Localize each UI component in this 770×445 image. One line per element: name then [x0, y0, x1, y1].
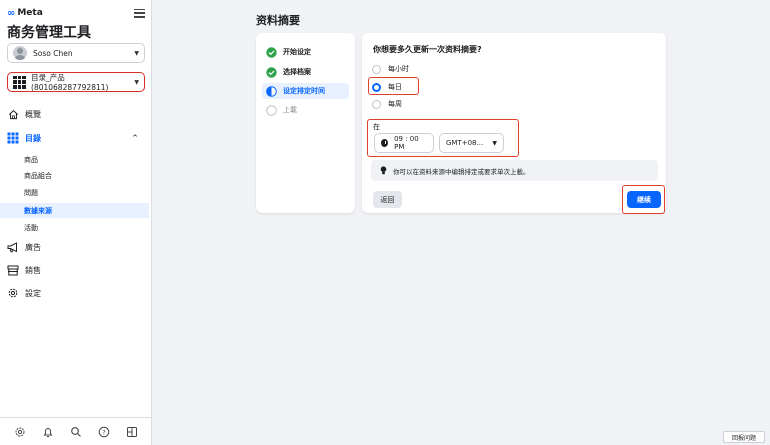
caret-down-icon: ▼: [492, 139, 497, 147]
sub-item-issues[interactable]: 問題: [0, 185, 149, 200]
account-name: Soso Chen: [33, 48, 73, 58]
sub-item-label: 活動: [24, 223, 38, 232]
meta-logo-icon: ∞: [7, 7, 16, 19]
account-switcher[interactable]: Soso Chen ▼: [7, 43, 145, 63]
sub-item-label: 問題: [24, 188, 38, 197]
timezone-select[interactable]: GMT+08... ▼: [439, 133, 504, 153]
nav-sales-label: 銷售: [25, 265, 41, 275]
meta-logo[interactable]: ∞ Meta: [7, 8, 43, 19]
option-hourly[interactable]: 每小时: [372, 63, 409, 75]
schedule-card: 你想要多久更新一次资料摘要? 每小时 每日 每周 在 09 : 00 PM GM…: [362, 33, 666, 214]
chevron-up-icon[interactable]: ^: [132, 134, 138, 142]
caret-down-icon: ▼: [134, 78, 139, 86]
check-circle-icon: [266, 66, 277, 78]
catalog-grid-icon: [7, 132, 19, 144]
option-label: 每日: [388, 83, 402, 91]
step-start-setup[interactable]: 开始设定: [262, 44, 349, 60]
gear-icon: [7, 287, 19, 299]
avatar-icon: [13, 46, 27, 60]
info-text: 你可以在资料来源中编辑排定或要求单次上載。: [393, 167, 530, 176]
sub-item-label: 數據來源: [24, 206, 52, 215]
at-label: 在: [373, 123, 380, 131]
logo-row: ∞ Meta: [7, 7, 145, 19]
clock-icon: [381, 139, 389, 147]
half-circle-icon: [266, 85, 277, 97]
sub-item-label: 商品: [24, 155, 38, 164]
home-icon: [7, 108, 19, 120]
option-label: 每小时: [388, 65, 409, 73]
sub-item-product-sets[interactable]: 商品組合: [0, 168, 149, 183]
sub-item-data-sources[interactable]: 數據來源: [0, 203, 149, 218]
empty-circle-icon: [266, 104, 277, 116]
continue-button[interactable]: 继续: [627, 191, 661, 208]
settings-gear-icon[interactable]: [13, 425, 27, 439]
nav-sales[interactable]: 銷售: [0, 262, 150, 278]
megaphone-icon: [7, 241, 19, 253]
report-problem-button[interactable]: 回报问题: [723, 431, 765, 443]
option-label: 每周: [388, 100, 402, 108]
nav-overview-label: 概覽: [25, 109, 41, 119]
step-label: 设定排定时间: [283, 87, 325, 95]
catalog-name: 目录_产品(801068287792811): [31, 73, 109, 92]
option-weekly[interactable]: 每周: [372, 98, 402, 110]
caret-down-icon: ▼: [134, 49, 139, 57]
radio-button[interactable]: [372, 99, 381, 109]
info-banner: 你可以在资料来源中编辑排定或要求单次上載。: [371, 160, 658, 181]
step-label: 上載: [283, 106, 297, 114]
steps-card: 开始设定 选择档案 设定排定时间 上載: [256, 33, 355, 213]
option-daily[interactable]: 每日: [372, 81, 402, 93]
lightbulb-icon: [379, 166, 387, 175]
step-upload[interactable]: 上載: [262, 102, 349, 118]
step-schedule[interactable]: 设定排定时间: [262, 83, 349, 99]
sidebar: ∞ Meta 商务管理工具 Soso Chen ▼ 目录_产品(80106828…: [0, 0, 152, 445]
catalog-switcher[interactable]: 目录_产品(801068287792811) ▼: [7, 72, 145, 92]
nav-catalog[interactable]: 目錄 ^: [0, 130, 150, 146]
sidebar-footer: ?: [0, 417, 152, 445]
nav-catalog-label: 目錄: [25, 133, 41, 143]
page-title: 资料摘要: [256, 14, 300, 27]
schedule-question: 你想要多久更新一次资料摘要?: [373, 45, 482, 54]
svg-text:?: ?: [102, 428, 105, 436]
help-icon[interactable]: ?: [97, 425, 111, 439]
app-title: 商务管理工具: [7, 25, 91, 41]
nav-settings-label: 設定: [25, 288, 41, 298]
nav-settings[interactable]: 設定: [0, 285, 150, 301]
radio-button-selected[interactable]: [372, 82, 381, 92]
sub-item-label: 商品組合: [24, 171, 52, 180]
grid-icon: [13, 75, 27, 89]
back-button[interactable]: 返回: [373, 191, 402, 208]
meta-logo-text: Meta: [17, 8, 43, 18]
sub-item-events[interactable]: 活動: [0, 220, 149, 235]
panel-icon[interactable]: [125, 425, 139, 439]
nav-overview[interactable]: 概覽: [0, 106, 150, 122]
time-value: 09 : 00 PM: [394, 135, 419, 151]
bell-icon[interactable]: [41, 425, 55, 439]
time-picker[interactable]: 09 : 00 PM: [374, 133, 434, 153]
step-label: 选择档案: [283, 68, 311, 76]
step-label: 开始设定: [283, 48, 311, 56]
store-icon: [7, 264, 19, 276]
check-circle-icon: [266, 46, 277, 58]
radio-button[interactable]: [372, 64, 381, 74]
hamburger-icon[interactable]: [134, 8, 145, 18]
step-select-file[interactable]: 选择档案: [262, 64, 349, 80]
timezone-value: GMT+08...: [446, 139, 484, 147]
sub-item-products[interactable]: 商品: [0, 152, 149, 167]
search-icon[interactable]: [69, 425, 83, 439]
nav-ads[interactable]: 廣告: [0, 239, 150, 255]
nav-ads-label: 廣告: [25, 242, 41, 252]
